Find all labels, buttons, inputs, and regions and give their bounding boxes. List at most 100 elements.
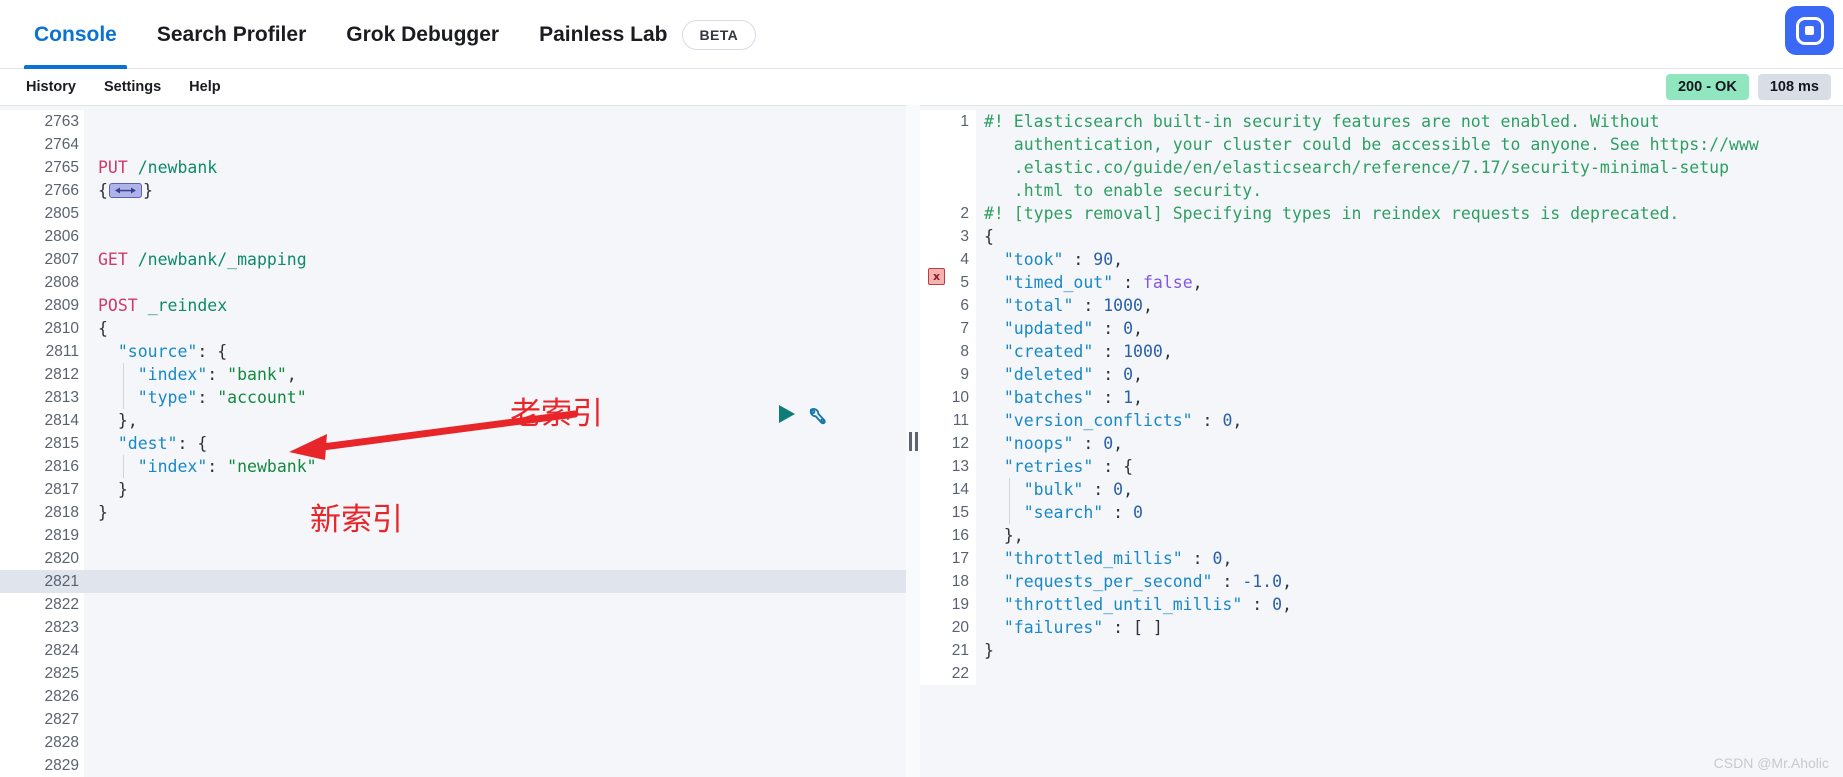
editor-line[interactable]: 2826 xyxy=(0,685,919,708)
editor-line[interactable]: 2808 xyxy=(0,271,919,294)
line-number: 7 xyxy=(920,317,976,340)
line-number: 2828 xyxy=(0,731,84,754)
line-number: 2765 xyxy=(0,156,84,179)
response-line: 21▴} xyxy=(920,639,1843,662)
editor-line[interactable]: 2810▾{ xyxy=(0,317,919,340)
line-number: 11 xyxy=(920,409,976,432)
line-number: 20 xyxy=(920,616,976,639)
line-number: 2813 xyxy=(0,386,84,409)
menu-item-history[interactable]: History xyxy=(12,69,90,105)
play-triangle-icon[interactable] xyxy=(777,404,796,424)
editor-line[interactable]: 2818▴} xyxy=(0,501,919,524)
editor-line[interactable]: 2764 xyxy=(0,133,919,156)
response-line: 12 "noops" : 0, xyxy=(920,432,1843,455)
response-line: 15 "search" : 0 xyxy=(920,501,1843,524)
editor-line[interactable]: 2817▴ } xyxy=(0,478,919,501)
response-line-content: #! Elasticsearch built-in security featu… xyxy=(976,110,1843,133)
annotation-new-index: 新索引 xyxy=(310,502,403,538)
editor-line[interactable]: 2823 xyxy=(0,616,919,639)
response-line-content: "requests_per_second" : -1.0, xyxy=(976,570,1843,593)
response-line: 8 "created" : 1000, xyxy=(920,340,1843,363)
pane-splitter[interactable] xyxy=(906,105,920,777)
editor-line-content xyxy=(84,754,919,777)
editor-line-content xyxy=(84,616,919,639)
line-number: 2805 xyxy=(0,202,84,225)
line-number: 2818▴ xyxy=(0,501,95,524)
editor-line[interactable]: 2812 "index": "bank", xyxy=(0,363,919,386)
line-number xyxy=(920,156,976,179)
line-number: 2821 xyxy=(0,570,84,593)
editor-line-content xyxy=(84,202,919,225)
editor-line[interactable]: 2819 xyxy=(0,524,919,547)
editor-line[interactable]: 2821 xyxy=(0,570,919,593)
editor-line[interactable]: 2809 POST _reindex xyxy=(0,294,919,317)
editor-line[interactable]: 2825 xyxy=(0,662,919,685)
response-line-content: "batches" : 1, xyxy=(976,386,1843,409)
request-editor-pane[interactable]: 276327642765PUT /newbank2766▸{}280528062… xyxy=(0,105,920,777)
line-number: 12 xyxy=(920,432,976,455)
editor-line[interactable]: 2763 xyxy=(0,110,919,133)
menu-item-help[interactable]: Help xyxy=(175,69,234,105)
response-line: 17 "throttled_millis" : 0, xyxy=(920,547,1843,570)
line-number: 2819 xyxy=(0,524,84,547)
editor-line[interactable]: 2829 xyxy=(0,754,919,777)
response-line: 13▾ "retries" : { xyxy=(920,455,1843,478)
error-marker-icon[interactable]: x xyxy=(928,268,945,285)
tab-search-profiler-label: Search Profiler xyxy=(156,22,307,46)
line-number: 2815▾ xyxy=(0,432,95,455)
response-line-content: "created" : 1000, xyxy=(976,340,1843,363)
indent-guide xyxy=(123,455,124,478)
editor-line[interactable]: 2811▾ "source": { xyxy=(0,340,919,363)
line-number: 8 xyxy=(920,340,976,363)
line-number: 16▴ xyxy=(920,524,987,547)
line-number: 18 xyxy=(920,570,976,593)
wrench-icon[interactable] xyxy=(808,402,831,425)
editor-line[interactable]: 2766▸{} xyxy=(0,179,919,202)
response-line-content: "noops" : 0, xyxy=(976,432,1843,455)
collapsed-fold-widget[interactable] xyxy=(108,183,142,198)
response-line: 6 "total" : 1000, xyxy=(920,294,1843,317)
line-number: 13▾ xyxy=(920,455,987,478)
line-number: 2829 xyxy=(0,754,84,777)
editor-line[interactable]: 2827 xyxy=(0,708,919,731)
editor-line-content xyxy=(84,271,919,294)
response-line: 20 "failures" : [ ] xyxy=(920,616,1843,639)
tab-search-profiler[interactable]: Search Profiler xyxy=(137,0,326,69)
line-number: 2807 xyxy=(0,248,84,271)
editor-line-content xyxy=(84,708,919,731)
line-number: 2810▾ xyxy=(0,317,95,340)
response-line: 5 "timed_out" : false, xyxy=(920,271,1843,294)
beta-badge: BETA xyxy=(681,19,757,50)
line-number: 22 xyxy=(920,662,976,685)
editor-line[interactable]: 2807 GET /newbank/_mapping xyxy=(0,248,919,271)
response-line-content: "total" : 1000, xyxy=(976,294,1843,317)
editor-line[interactable]: 2820 xyxy=(0,547,919,570)
line-number xyxy=(920,179,976,202)
line-number: 19 xyxy=(920,593,976,616)
line-number: 3▾ xyxy=(920,225,987,248)
menu-item-settings[interactable]: Settings xyxy=(90,69,175,105)
tab-grok-debugger[interactable]: Grok Debugger xyxy=(326,0,519,69)
editor-line[interactable]: 2765 PUT /newbank xyxy=(0,156,919,179)
tab-console[interactable]: Console xyxy=(14,0,137,69)
response-warning-line: .html to enable security. xyxy=(920,179,1843,202)
response-line: 14 "bulk" : 0, xyxy=(920,478,1843,501)
editor-line-content xyxy=(84,593,919,616)
editor-line-content xyxy=(84,639,919,662)
line-number: 6 xyxy=(920,294,976,317)
editor-line-content xyxy=(84,225,919,248)
line-number: 2820 xyxy=(0,547,84,570)
editor-line[interactable]: 2828 xyxy=(0,731,919,754)
response-line: 16▴ }, xyxy=(920,524,1843,547)
editor-line[interactable]: 2822 xyxy=(0,593,919,616)
line-number: 2809 xyxy=(0,294,84,317)
editor-line[interactable]: 2805 xyxy=(0,202,919,225)
response-line-content: }, xyxy=(976,524,1843,547)
editor-line[interactable]: 2824 xyxy=(0,639,919,662)
elastic-app-icon[interactable] xyxy=(1785,6,1834,55)
response-output-pane[interactable]: 1 #! Elasticsearch built-in security feat… xyxy=(920,105,1843,777)
editor-line[interactable]: 2806 xyxy=(0,225,919,248)
tab-painless-lab[interactable]: Painless Lab xyxy=(519,0,687,69)
editor-line-content xyxy=(84,524,919,547)
editor-line-content: { xyxy=(84,317,919,340)
